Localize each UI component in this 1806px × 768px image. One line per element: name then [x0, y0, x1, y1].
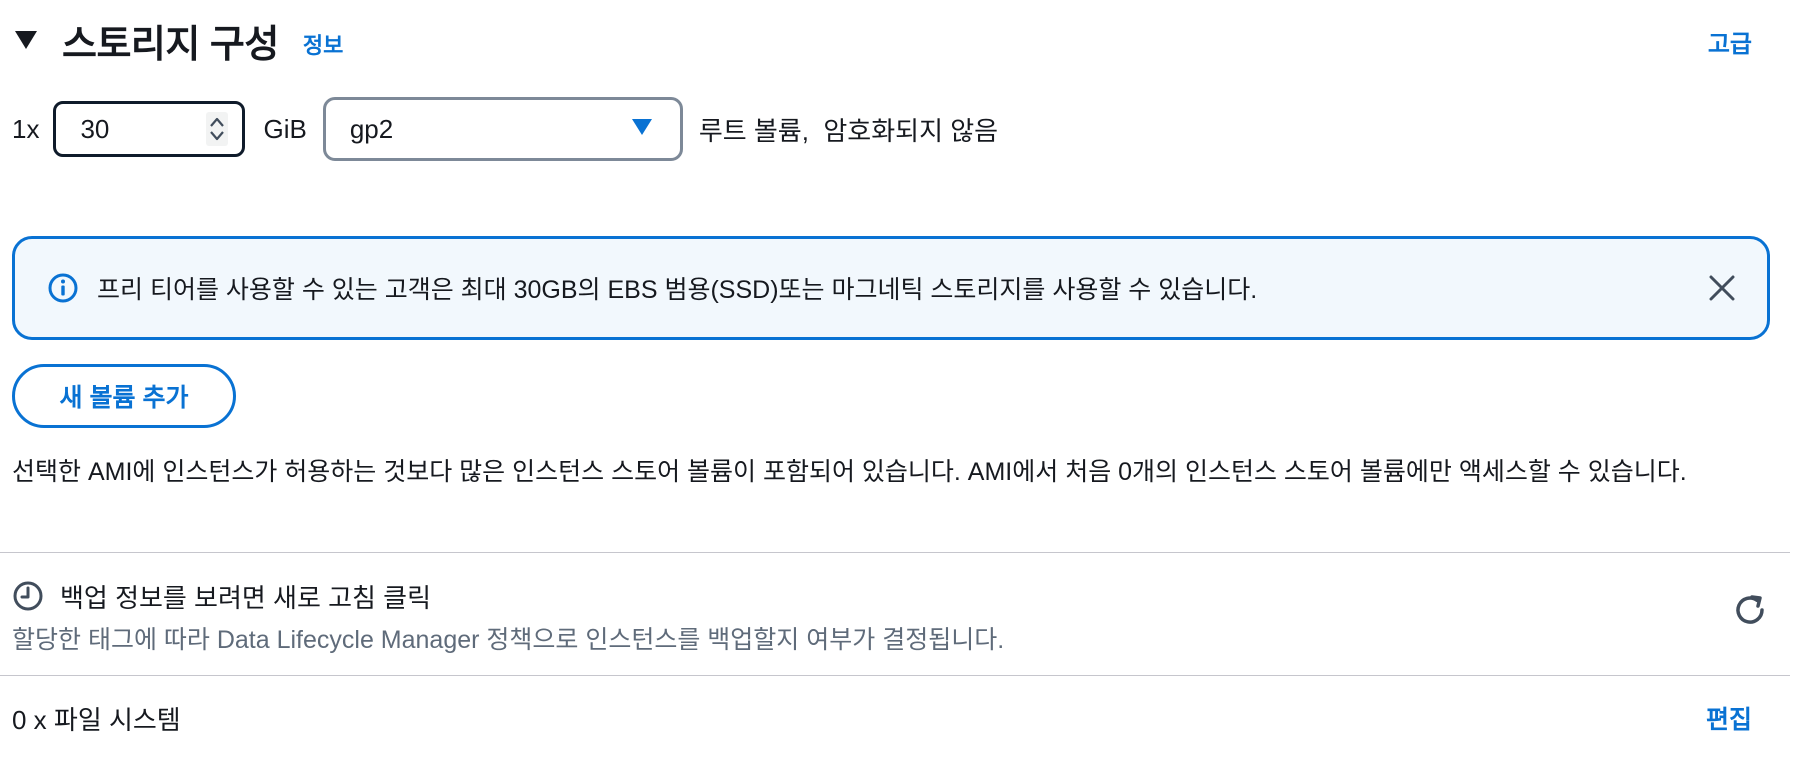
- backup-subtitle: 할당한 태그에 따라 Data Lifecycle Manager 정책으로 인…: [12, 626, 1005, 654]
- refresh-icon[interactable]: [1730, 590, 1770, 630]
- volume-size-input[interactable]: 30: [53, 101, 246, 157]
- volume-description: 루트 볼륨, 암호화되지 않음: [698, 115, 999, 146]
- volume-type-select[interactable]: gp2: [322, 97, 683, 161]
- divider: [0, 552, 1790, 553]
- section-title: 스토리지 구성: [62, 23, 279, 66]
- section-header: 스토리지 구성 정보: [14, 18, 343, 66]
- caret-down-icon[interactable]: [631, 118, 652, 140]
- volume-size-value[interactable]: 30: [80, 114, 206, 145]
- add-volume-button[interactable]: 새 볼륨 추가: [12, 364, 236, 428]
- advanced-link[interactable]: 고급: [1708, 24, 1752, 59]
- alert-message: 프리 티어를 사용할 수 있는 고객은 최대 30GB의 EBS 범용(SSD)…: [97, 276, 1258, 304]
- storage-config-panel: 스토리지 구성 정보 고급 1x 30 GiB gp2 루트 볼륨, 암호화되지…: [0, 0, 1806, 768]
- edit-file-systems-link[interactable]: 편집: [1706, 700, 1752, 736]
- volume-type-value[interactable]: gp2: [350, 114, 632, 145]
- file-systems-label: 0 x 파일 시스템: [12, 705, 181, 735]
- volume-count: 1x: [12, 113, 40, 144]
- divider: [0, 675, 1790, 676]
- close-icon[interactable]: [1705, 271, 1739, 305]
- ami-warning-text: 선택한 AMI에 인스턴스가 허용하는 것보다 많은 인스턴스 스토어 볼륨이 …: [12, 458, 1687, 486]
- free-tier-alert: 프리 티어를 사용할 수 있는 고객은 최대 30GB의 EBS 범용(SSD)…: [12, 236, 1770, 340]
- info-link[interactable]: 정보: [303, 28, 343, 60]
- stepper-icon[interactable]: [206, 112, 229, 146]
- backup-title: 백업 정보를 보려면 새로 고침 클릭: [60, 583, 431, 613]
- root-volume-row: 1x 30 GiB gp2 루트 볼륨, 암호화되지 않음: [12, 97, 999, 161]
- volume-unit: GiB: [263, 113, 307, 144]
- info-icon: [47, 272, 79, 304]
- backup-info-row: 백업 정보를 보려면 새로 고침 클릭 할당한 태그에 따라 Data Life…: [12, 576, 1772, 656]
- caret-down-icon[interactable]: [14, 28, 38, 52]
- clock-icon: [12, 580, 44, 612]
